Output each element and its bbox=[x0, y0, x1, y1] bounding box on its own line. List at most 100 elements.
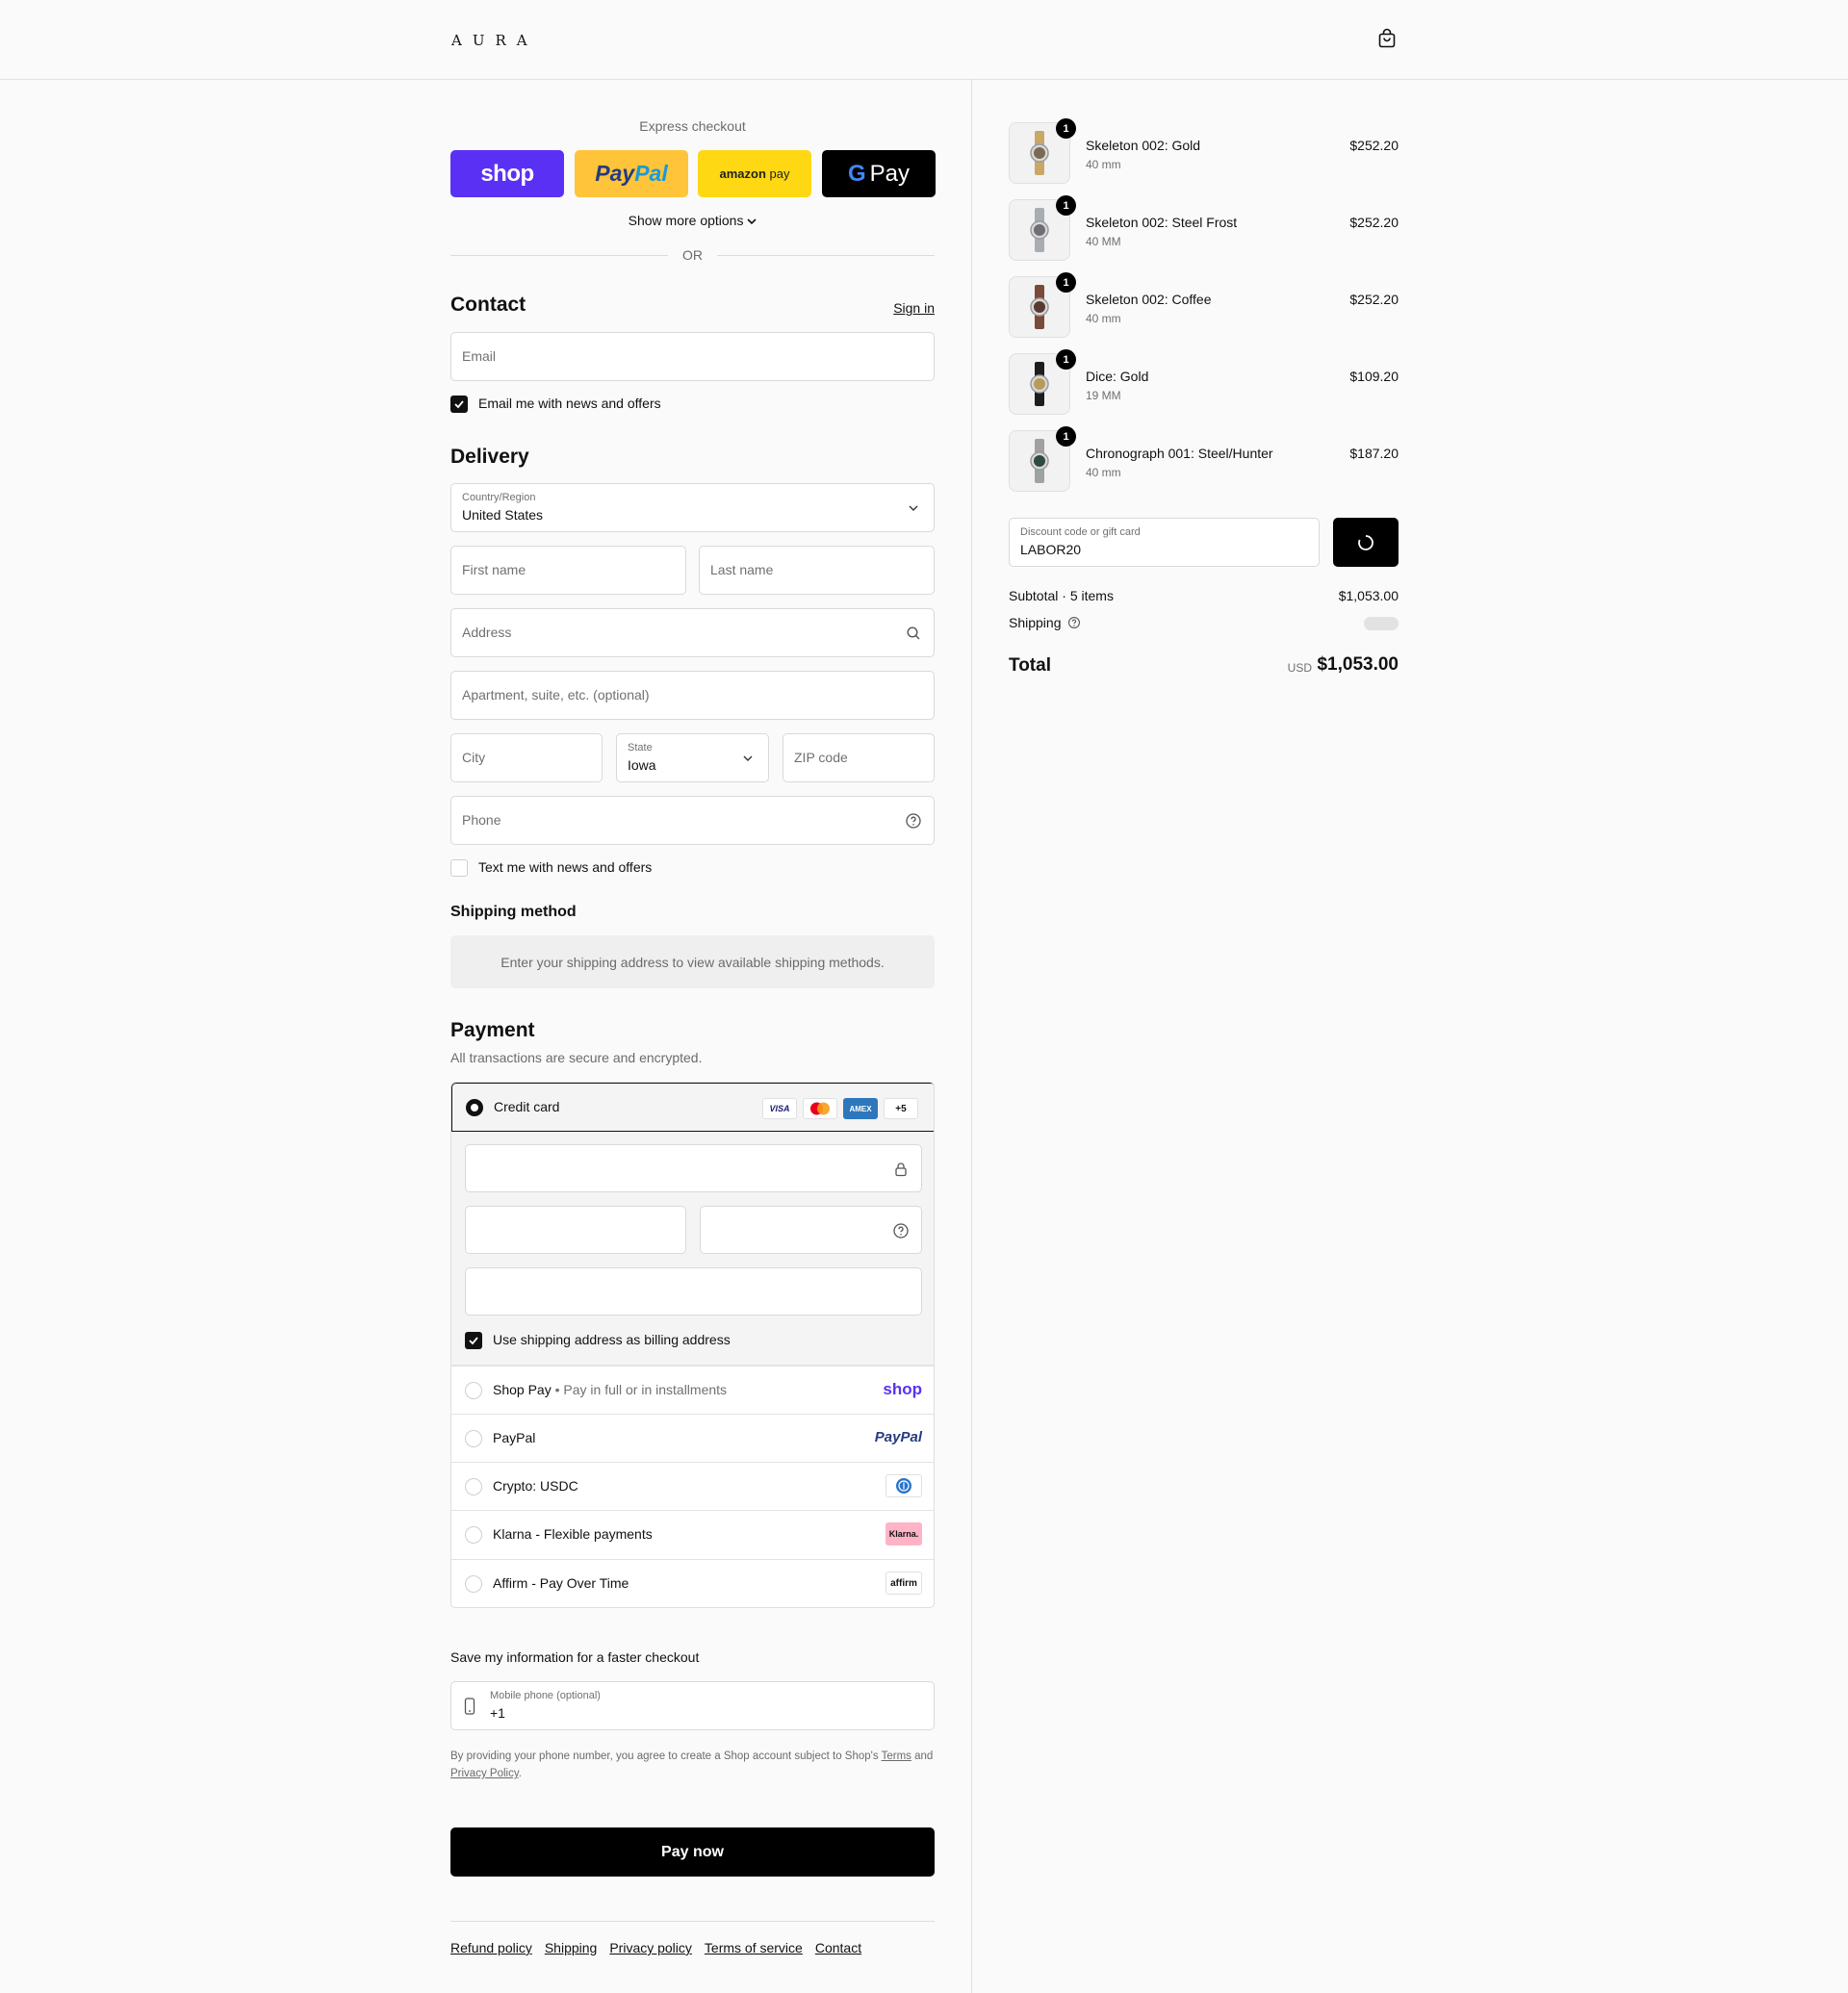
terms-of-service-link[interactable]: Terms of service bbox=[705, 1940, 803, 1955]
terms-link[interactable]: Terms bbox=[882, 1750, 911, 1762]
credit-card-radio[interactable] bbox=[466, 1099, 483, 1116]
sign-in-link[interactable]: Sign in bbox=[893, 300, 935, 316]
card-number-field[interactable] bbox=[465, 1144, 922, 1192]
paypal-logo-a: Pay bbox=[595, 161, 635, 186]
total-value: $1,053.00 bbox=[1317, 654, 1399, 675]
text-news-label: Text me with news and offers bbox=[478, 859, 653, 875]
country-label: Country/Region bbox=[462, 492, 536, 503]
privacy-link[interactable]: Privacy Policy bbox=[450, 1768, 519, 1779]
phone-placeholder: Phone bbox=[462, 812, 501, 828]
shop-pay-radio[interactable] bbox=[465, 1382, 482, 1399]
crypto-usdc-name: Crypto: USDC bbox=[493, 1478, 578, 1494]
product-variant: 40 MM bbox=[1086, 235, 1121, 248]
city-field[interactable]: City bbox=[450, 733, 603, 782]
watch-image bbox=[1030, 285, 1049, 329]
credit-card-option[interactable]: Credit card VISA AMEX +5 bbox=[451, 1083, 934, 1132]
contact-link[interactable]: Contact bbox=[815, 1940, 861, 1955]
affirm-radio[interactable] bbox=[465, 1575, 482, 1593]
cart-item: 1 Skeleton 002: Gold 40 mm $252.20 bbox=[1009, 118, 1399, 184]
discount-label: Discount code or gift card bbox=[1020, 526, 1141, 538]
zip-field[interactable]: ZIP code bbox=[783, 733, 935, 782]
paypal-option[interactable]: PayPal PayPal bbox=[451, 1414, 934, 1462]
amazon-logo: amazon bbox=[719, 166, 766, 181]
footer-divider bbox=[450, 1921, 935, 1922]
refund-policy-link[interactable]: Refund policy bbox=[450, 1940, 532, 1955]
shop-pay-option[interactable]: Shop Pay • Pay in full or in installment… bbox=[451, 1366, 934, 1414]
loading-spinner-icon bbox=[1358, 534, 1373, 550]
store-logo[interactable]: AURA bbox=[451, 32, 538, 49]
shipping-label: Shipping bbox=[1009, 615, 1062, 630]
cart-item: 1 Skeleton 002: Steel Frost 40 MM $252.20 bbox=[1009, 195, 1399, 261]
phone-field[interactable]: Phone bbox=[450, 796, 935, 845]
email-news-checkbox[interactable] bbox=[450, 396, 468, 413]
payment-methods: Credit card VISA AMEX +5 Use shipping ad… bbox=[450, 1082, 935, 1608]
usdc-icon bbox=[886, 1474, 922, 1497]
chevron-down-icon bbox=[743, 755, 753, 761]
shipping-method-notice: Enter your shipping address to view avai… bbox=[450, 935, 935, 988]
security-code-field[interactable] bbox=[700, 1206, 922, 1254]
expiration-field[interactable] bbox=[465, 1206, 686, 1254]
crypto-usdc-radio[interactable] bbox=[465, 1478, 482, 1495]
show-more-options[interactable]: Show more options bbox=[450, 213, 935, 228]
paypal-name: PayPal bbox=[493, 1430, 536, 1445]
address-field[interactable]: Address bbox=[450, 608, 935, 657]
discount-code-field[interactable]: Discount code or gift card LABOR20 bbox=[1009, 518, 1320, 567]
delivery-heading: Delivery bbox=[450, 446, 529, 468]
check-icon bbox=[469, 1337, 478, 1345]
total-label: Total bbox=[1009, 655, 1051, 676]
name-on-card-field[interactable] bbox=[465, 1267, 922, 1316]
shop-pay-sub: Pay in full or in installments bbox=[563, 1382, 728, 1397]
text-news-checkbox[interactable] bbox=[450, 859, 468, 877]
quantity-badge: 1 bbox=[1056, 272, 1076, 293]
quantity-badge: 1 bbox=[1056, 426, 1076, 447]
paypal-radio[interactable] bbox=[465, 1430, 482, 1447]
product-name: Skeleton 002: Gold bbox=[1086, 138, 1201, 153]
lock-icon bbox=[895, 1163, 907, 1177]
billing-address-label: Use shipping address as billing address bbox=[493, 1332, 731, 1347]
help-circle-icon[interactable] bbox=[905, 812, 922, 830]
shipping-link[interactable]: Shipping bbox=[545, 1940, 598, 1955]
apply-discount-button[interactable] bbox=[1333, 518, 1399, 567]
email-field[interactable]: Email bbox=[450, 332, 935, 381]
google-pay-button[interactable]: G Pay bbox=[822, 150, 936, 197]
product-variant: 40 mm bbox=[1086, 312, 1121, 325]
paypal-button[interactable]: Pay Pal bbox=[575, 150, 688, 197]
last-name-field[interactable]: Last name bbox=[699, 546, 935, 595]
shop-pay-logo: shop bbox=[480, 160, 534, 187]
address-placeholder: Address bbox=[462, 625, 512, 640]
pay-now-button[interactable]: Pay now bbox=[450, 1827, 935, 1877]
apartment-field[interactable]: Apartment, suite, etc. (optional) bbox=[450, 671, 935, 720]
state-select[interactable]: State Iowa bbox=[616, 733, 769, 782]
legal-text-b: and bbox=[914, 1750, 934, 1762]
cart-item: 1 Dice: Gold 19 MM $109.20 bbox=[1009, 349, 1399, 415]
affirm-name: Affirm - Pay Over Time bbox=[493, 1575, 629, 1591]
chevron-down-icon bbox=[909, 505, 918, 511]
amazon-pay-button[interactable]: amazon pay bbox=[698, 150, 811, 197]
klarna-name: Klarna - Flexible payments bbox=[493, 1526, 653, 1542]
first-name-field[interactable]: First name bbox=[450, 546, 686, 595]
country-select[interactable]: Country/Region United States bbox=[450, 483, 935, 532]
shipping-loading-placeholder bbox=[1364, 617, 1399, 630]
contact-heading: Contact bbox=[450, 294, 526, 316]
product-variant: 40 mm bbox=[1086, 466, 1121, 479]
billing-address-checkbox[interactable] bbox=[465, 1332, 482, 1349]
help-circle-icon[interactable] bbox=[892, 1222, 910, 1239]
watch-image bbox=[1030, 131, 1049, 175]
search-icon bbox=[907, 626, 920, 640]
shop-pay-logo: shop bbox=[883, 1380, 922, 1398]
klarna-radio[interactable] bbox=[465, 1526, 482, 1544]
shop-pay-button[interactable]: shop bbox=[450, 150, 564, 197]
privacy-policy-link[interactable]: Privacy policy bbox=[609, 1940, 692, 1955]
affirm-option[interactable]: Affirm - Pay Over Time affirm bbox=[451, 1559, 934, 1607]
mobile-phone-field[interactable]: Mobile phone (optional) +1 bbox=[450, 1681, 935, 1730]
email-placeholder: Email bbox=[462, 348, 497, 364]
crypto-usdc-option[interactable]: Crypto: USDC bbox=[451, 1462, 934, 1510]
amex-icon: AMEX bbox=[843, 1098, 878, 1119]
help-circle-icon[interactable] bbox=[1067, 616, 1081, 629]
shopping-bag-icon[interactable] bbox=[1376, 28, 1398, 49]
klarna-option[interactable]: Klarna - Flexible payments Klarna. bbox=[451, 1510, 934, 1559]
quantity-badge: 1 bbox=[1056, 349, 1076, 370]
product-variant: 40 mm bbox=[1086, 158, 1121, 171]
visa-icon: VISA bbox=[762, 1098, 797, 1119]
watch-image bbox=[1030, 362, 1049, 406]
